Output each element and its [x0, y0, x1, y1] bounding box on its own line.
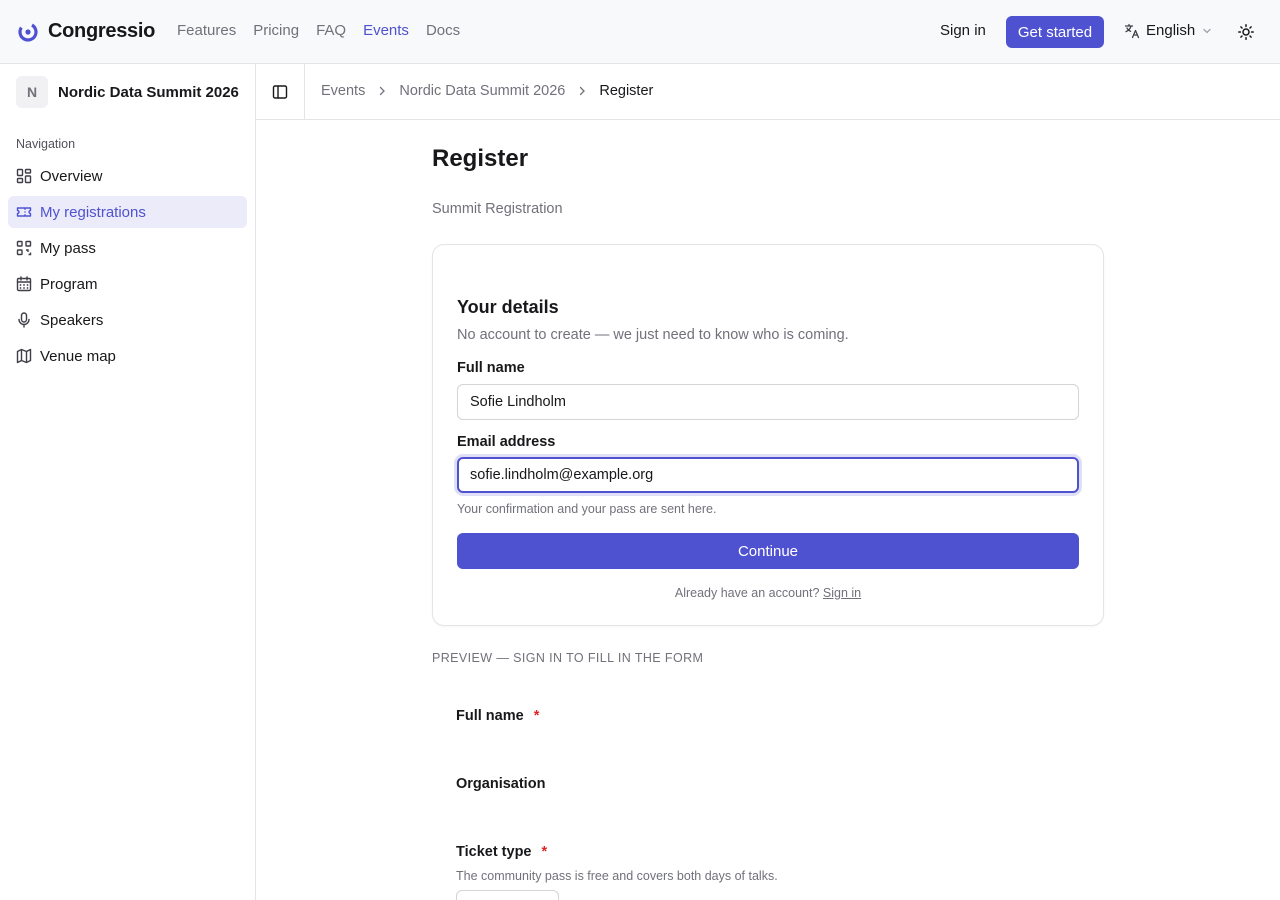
event-avatar: N: [16, 76, 48, 108]
email-input[interactable]: [457, 457, 1079, 493]
sidebar-item-label: Venue map: [40, 347, 116, 365]
required-marker: *: [541, 844, 548, 860]
sign-in-link[interactable]: Sign in: [940, 22, 986, 39]
chevron-right-icon: [377, 86, 387, 96]
translate-icon: [1124, 23, 1140, 39]
sign-in-prompt-text: Already have an account?: [674, 586, 820, 600]
preview-field-label: Organisation: [456, 776, 546, 792]
full-name-input[interactable]: [457, 384, 1079, 420]
sidebar-nav: Overview My registrations My pass Progra…: [8, 160, 247, 376]
sidebar-item-overview[interactable]: Overview: [8, 160, 247, 192]
ticket-type-option[interactable]: [456, 890, 559, 900]
event-name: Nordic Data Summit 2026: [58, 83, 239, 101]
sidebar-item-my-registrations[interactable]: My registrations: [8, 196, 247, 228]
ticket-icon: [16, 204, 32, 220]
page-subtitle: Summit Registration: [432, 201, 563, 217]
sidebar-item-program[interactable]: Program: [8, 268, 247, 300]
sidebar: N Nordic Data Summit 2026 Navigation Ove…: [0, 64, 256, 900]
sidebar-item-label: Speakers: [40, 311, 104, 329]
preview-ticket-type-label: Ticket type *: [456, 844, 547, 860]
card-title: Your details: [457, 297, 559, 317]
sidebar-toggle-icon: [272, 84, 288, 100]
card-sign-in-link[interactable]: Sign in: [823, 586, 861, 600]
breadcrumb-event[interactable]: Nordic Data Summit 2026: [399, 83, 565, 99]
preview-full-name-label: Full name *: [456, 708, 539, 724]
get-started-button[interactable]: Get started: [1006, 16, 1104, 48]
page-title: Register: [432, 145, 529, 172]
nav-faq[interactable]: FAQ: [316, 22, 346, 39]
sidebar-item-label: Overview: [40, 167, 103, 185]
qr-code-icon: [16, 240, 32, 256]
sidebar-item-my-pass[interactable]: My pass: [8, 232, 247, 264]
sign-in-prompt: Already have an account? Sign in: [433, 586, 1103, 600]
chevron-right-icon: [577, 86, 587, 96]
sidebar-item-speakers[interactable]: Speakers: [8, 304, 247, 336]
preview-organisation-label: Organisation: [456, 776, 545, 792]
ticket-type-hint: The community pass is free and covers bo…: [456, 869, 778, 883]
chevron-down-icon: [1201, 25, 1213, 37]
sun-icon[interactable]: [1237, 23, 1255, 41]
brand-name: Congressio: [48, 20, 156, 42]
full-name-label: Full name: [457, 360, 525, 376]
map-icon: [16, 348, 32, 364]
email-hint: Your confirmation and your pass are sent…: [457, 502, 717, 516]
event-switcher[interactable]: N Nordic Data Summit 2026: [16, 76, 239, 108]
nav-features[interactable]: Features: [177, 22, 236, 39]
sidebar-item-venue-map[interactable]: Venue map: [8, 340, 247, 372]
email-label: Email address: [457, 434, 556, 450]
preview-field-label: Ticket type: [456, 844, 532, 860]
required-marker: *: [533, 708, 540, 724]
nav-section-label: Navigation: [16, 137, 76, 151]
logo-icon: [17, 21, 39, 43]
nav-pricing[interactable]: Pricing: [253, 22, 299, 39]
top-nav: Features Pricing FAQ Events Docs: [177, 22, 477, 39]
breadcrumb-events[interactable]: Events: [321, 83, 365, 99]
details-card: Your details No account to create — we j…: [432, 244, 1104, 626]
sidebar-item-label: My pass: [40, 239, 96, 257]
language-select[interactable]: English: [1124, 22, 1213, 39]
brand-logo[interactable]: Congressio: [17, 20, 155, 43]
sidebar-toggle-button[interactable]: [256, 64, 305, 119]
card-description: No account to create — we just need to k…: [457, 327, 849, 343]
nav-events[interactable]: Events: [363, 22, 409, 39]
preview-label: PREVIEW — SIGN IN TO FILL IN THE FORM: [432, 651, 704, 665]
calendar-icon: [16, 276, 32, 292]
breadcrumb-bar: Events Nordic Data Summit 2026 Register: [256, 64, 1280, 120]
breadcrumb-current: Register: [599, 83, 654, 99]
sidebar-item-label: My registrations: [40, 203, 146, 221]
breadcrumb: Events Nordic Data Summit 2026 Register: [321, 83, 653, 99]
language-label: English: [1146, 22, 1196, 39]
preview-field-label: Full name: [456, 708, 524, 724]
microphone-icon: [16, 312, 32, 328]
sidebar-item-label: Program: [40, 275, 98, 293]
top-bar: Congressio Features Pricing FAQ Events D…: [0, 0, 1280, 64]
dashboard-icon: [16, 168, 32, 184]
nav-docs[interactable]: Docs: [426, 22, 460, 39]
continue-button[interactable]: Continue: [457, 533, 1079, 569]
